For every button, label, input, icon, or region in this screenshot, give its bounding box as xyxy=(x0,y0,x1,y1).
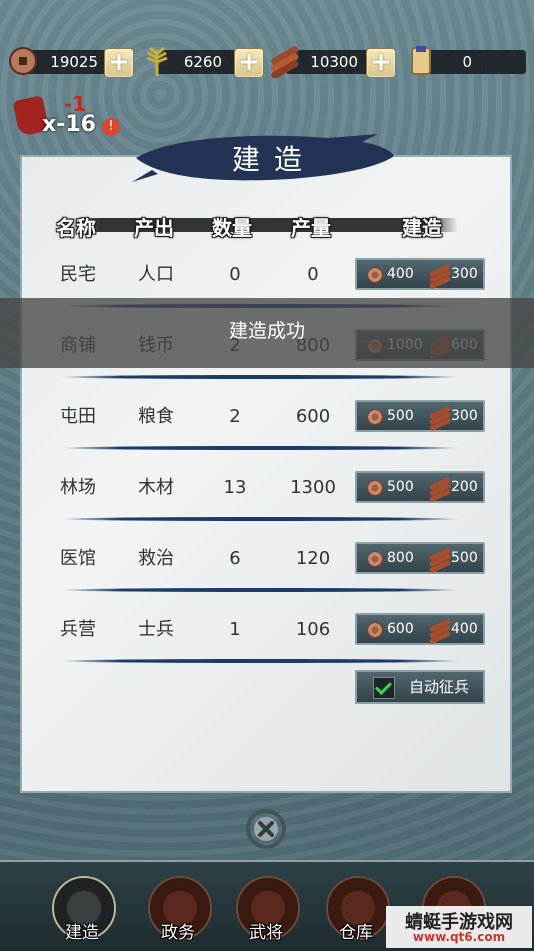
build-button[interactable]: 500 300 xyxy=(355,400,485,432)
scroll-icon xyxy=(411,46,431,75)
table-row: 兵营 士兵 1 106 600 400 xyxy=(0,599,534,669)
table-header: 名称 产出 数量 产量 建造 xyxy=(0,212,534,240)
build-button[interactable]: 500 200 xyxy=(355,471,485,503)
header-count: 数量 xyxy=(212,216,252,240)
resource-scroll: 0 xyxy=(404,42,530,82)
wood-icon xyxy=(428,547,452,574)
grain-value: 6260 xyxy=(183,53,222,71)
alert-badge[interactable]: -1 x-16 ! xyxy=(10,92,120,142)
table-row: 屯田 粮食 2 600 500 300 xyxy=(0,386,534,456)
auto-recruit-toggle[interactable]: 自动征兵 xyxy=(355,670,485,704)
nav-generals[interactable]: 武将 xyxy=(230,876,302,948)
wood-cost: 500 xyxy=(451,550,478,566)
add-copper-button[interactable]: + xyxy=(104,48,134,78)
building-name: 兵营 xyxy=(60,619,96,640)
toast-message: 建造成功 xyxy=(228,320,305,342)
building-name: 医馆 xyxy=(60,548,96,569)
building-name: 屯田 xyxy=(60,406,96,427)
row-divider xyxy=(60,659,460,663)
wood-icon xyxy=(428,476,452,503)
nav-label: 建造 xyxy=(65,923,99,943)
table-row: 林场 木材 13 1300 500 200 xyxy=(0,457,534,527)
add-grain-button[interactable]: + xyxy=(234,48,264,78)
coin-icon xyxy=(367,551,383,567)
watermark-url: www.qt6.com xyxy=(412,930,506,944)
wood-cost: 300 xyxy=(451,408,478,424)
nav-build[interactable]: 建造 xyxy=(46,876,118,948)
wood-cost: 400 xyxy=(451,621,478,637)
copper-value: 19025 xyxy=(50,53,98,71)
nav-label: 政务 xyxy=(161,923,195,943)
watermark-logo: 蜻蜓手游戏网 www.qt6.com xyxy=(386,906,532,948)
checkbox-checked-icon[interactable] xyxy=(373,677,395,699)
row-divider xyxy=(60,446,460,450)
wood-cost: 300 xyxy=(451,266,478,282)
grain-icon xyxy=(146,46,168,76)
coin-cost: 800 xyxy=(387,550,414,566)
wood-icon xyxy=(428,618,452,645)
copper-coin-icon xyxy=(9,47,37,75)
add-wood-button[interactable]: + xyxy=(366,48,396,78)
auto-recruit-label: 自动征兵 xyxy=(409,678,470,696)
close-icon[interactable] xyxy=(242,805,290,853)
scroll-value: 0 xyxy=(462,53,472,71)
build-button[interactable]: 800 500 xyxy=(355,542,485,574)
wood-cost: 200 xyxy=(451,479,478,495)
exclamation-icon: ! xyxy=(102,118,120,136)
building-name: 林场 xyxy=(60,477,96,498)
resource-grain: 6260 + xyxy=(138,42,266,82)
coin-icon xyxy=(367,622,383,638)
header-output: 产出 xyxy=(134,216,174,240)
nav-warehouse[interactable]: 仓库 xyxy=(320,876,392,948)
table-row: 医馆 救治 6 120 800 500 xyxy=(0,528,534,598)
build-button[interactable]: 600 400 xyxy=(355,613,485,645)
resource-bar: 19025 + 6260 + 10300 + 0 xyxy=(0,42,534,82)
header-name: 名称 xyxy=(56,216,96,240)
coin-cost: 500 xyxy=(387,408,414,424)
nav-politics[interactable]: 政务 xyxy=(142,876,214,948)
wood-icon xyxy=(428,405,452,432)
build-button[interactable]: 400 300 xyxy=(355,258,485,290)
coin-icon xyxy=(367,267,383,283)
row-divider xyxy=(60,517,460,521)
resource-copper: 19025 + xyxy=(4,42,134,82)
nav-label: 武将 xyxy=(249,923,283,943)
alert-count: x-16 xyxy=(42,112,96,137)
nav-label: 仓库 xyxy=(339,923,373,943)
row-divider xyxy=(60,588,460,592)
header-build: 建造 xyxy=(402,216,442,240)
coin-icon xyxy=(367,409,383,425)
coin-cost: 400 xyxy=(387,266,414,282)
wood-value: 10300 xyxy=(310,53,358,71)
wood-icon xyxy=(428,263,452,290)
resource-wood: 10300 + xyxy=(268,42,398,82)
coin-icon xyxy=(367,480,383,496)
success-toast: 建造成功 xyxy=(0,298,534,368)
header-production: 产量 xyxy=(291,216,331,240)
panel-title: 建造 xyxy=(231,143,316,176)
coin-cost: 600 xyxy=(387,621,414,637)
wood-icon xyxy=(271,46,299,78)
row-divider xyxy=(60,375,460,379)
coin-cost: 500 xyxy=(387,479,414,495)
